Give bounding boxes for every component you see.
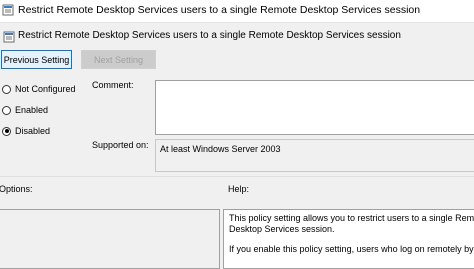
supported-on-label: Supported on: xyxy=(92,140,149,150)
policy-icon xyxy=(2,4,14,16)
radio-label: Not Configured xyxy=(15,84,76,94)
help-text-line: If you enable this policy setting, users… xyxy=(229,244,474,254)
help-text-line: This policy setting allows you to restri… xyxy=(229,213,474,223)
radio-not-configured[interactable]: Not Configured xyxy=(0,82,76,96)
radio-indicator xyxy=(2,105,11,115)
section-divider xyxy=(0,176,474,177)
help-label: Help: xyxy=(228,184,250,194)
title-bar: Restrict Remote Desktop Services users t… xyxy=(0,0,474,23)
policy-header: Restrict Remote Desktop Services users t… xyxy=(0,28,474,46)
help-pane: This policy setting allows you to restri… xyxy=(223,209,474,269)
next-setting-button[interactable]: Next Setting xyxy=(81,50,156,69)
options-pane xyxy=(0,209,220,269)
radio-indicator xyxy=(2,126,11,136)
policy-icon xyxy=(3,31,15,43)
window-title: Restrict Remote Desktop Services users t… xyxy=(18,4,421,16)
radio-disabled[interactable]: Disabled xyxy=(0,124,50,138)
supported-on-value: At least Windows Server 2003 xyxy=(160,144,281,154)
supported-on-field: At least Windows Server 2003 xyxy=(155,139,474,172)
comment-label: Comment: xyxy=(92,80,134,90)
previous-setting-button[interactable]: Previous Setting xyxy=(1,50,72,69)
comment-textarea[interactable] xyxy=(155,80,474,135)
policy-name: Restrict Remote Desktop Services users t… xyxy=(18,30,401,41)
options-label: Options: xyxy=(0,184,33,194)
radio-enabled[interactable]: Enabled xyxy=(0,103,48,117)
help-text-line: Desktop Services session. xyxy=(229,224,335,234)
radio-indicator xyxy=(2,84,11,94)
radio-label: Disabled xyxy=(15,126,51,136)
radio-label: Enabled xyxy=(15,105,49,115)
